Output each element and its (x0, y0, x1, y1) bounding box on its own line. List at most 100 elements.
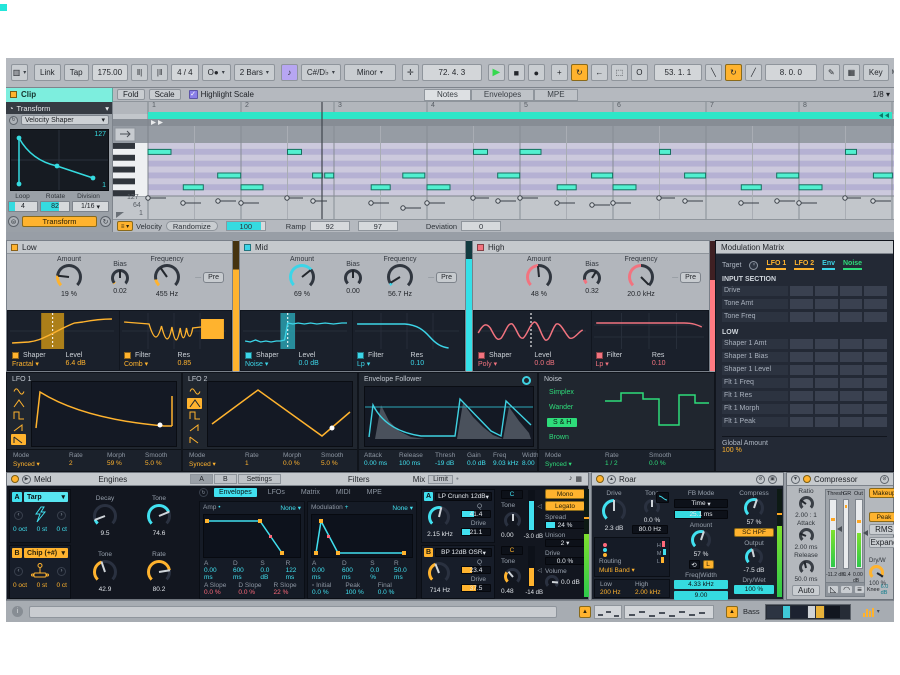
noise-mode[interactable]: Synced ▾ (545, 460, 572, 468)
mod-envelope-display[interactable] (311, 514, 413, 558)
subtab-midi[interactable]: MIDI (331, 488, 356, 497)
noise-smooth[interactable]: 0.0 % (649, 460, 671, 467)
time-signature-field[interactable]: 4 / 4 (171, 64, 199, 81)
quantization-menu[interactable]: 2 Bars (234, 64, 275, 81)
filter-a-chip[interactable]: A (424, 492, 433, 501)
band-enable-mid[interactable] (244, 244, 251, 251)
shaper-type-select[interactable]: Poly ▾ (478, 361, 497, 368)
filter-enable[interactable] (596, 352, 603, 359)
mod-decay[interactable]: 600 ms (342, 567, 353, 581)
clear-target-icon[interactable]: × (749, 261, 758, 270)
pre-button[interactable]: Pre (436, 272, 457, 283)
grid-setting[interactable]: 1/8 ▾ (873, 90, 890, 99)
shaper-enable[interactable] (245, 352, 252, 359)
envf-attack[interactable]: 0.00 ms (364, 460, 387, 467)
capture-midi-icon[interactable]: O (631, 64, 648, 81)
mod-release[interactable]: 50.0 ms (394, 567, 407, 581)
engine-b-oct[interactable]: 0 oct (13, 582, 27, 589)
filter-b-q[interactable]: 23.4 (461, 566, 491, 574)
amp-attack[interactable]: 0.00 ms (204, 567, 217, 581)
comp-dry-wet-knob[interactable] (869, 565, 884, 580)
ramp-start-field[interactable]: 92 (310, 221, 350, 231)
envf-gain[interactable]: 0.0 dB (467, 460, 486, 467)
tab-engine-b[interactable]: B (214, 474, 237, 484)
back-to-arrangement-icon[interactable]: ← (591, 64, 608, 81)
shaper-level[interactable]: 6.4 dB (66, 360, 86, 367)
lfo2-wave-selector[interactable] (187, 386, 202, 445)
computer-midi-keyboard-icon[interactable]: ▦ (843, 64, 860, 81)
peak-button[interactable]: Peak (869, 512, 894, 522)
env-loop-icon[interactable]: ↻ (199, 488, 208, 497)
filter-type-select[interactable]: Lp ▾ (357, 361, 370, 368)
engine-b-ct[interactable]: 0 ct (57, 582, 67, 589)
matrix-col-noise[interactable]: Noise (843, 260, 862, 270)
ramp-down-icon[interactable] (187, 434, 202, 445)
lfo1-wave-selector[interactable] (11, 386, 26, 445)
shaper-display-mid[interactable]: ShaperLevel Noise ▾0.0 dB (241, 311, 352, 370)
filter-enable[interactable] (357, 352, 364, 359)
bias-knob[interactable] (583, 269, 601, 287)
arrangement-position-field[interactable]: 72. 4. 3 (422, 64, 482, 81)
fb-invert-icon[interactable]: ⟲ (689, 560, 700, 569)
filter-a-freq[interactable]: 2.15 kHz (422, 531, 458, 538)
engine-a-knob1[interactable]: Decay 9.5 (83, 495, 127, 537)
seed-icon[interactable]: ⊜ (8, 216, 19, 227)
ratio-group[interactable]: Ratio 2.00 : 1 (789, 488, 823, 519)
deviation-field[interactable]: 0 (461, 221, 501, 231)
meld-volume[interactable]: 0.0 dB (561, 579, 580, 586)
tab-settings[interactable]: Settings (238, 474, 281, 484)
session-overdub-icon[interactable]: ↻ (571, 64, 588, 81)
matrix-row[interactable]: Shaper 1 Amt (722, 338, 887, 350)
mix-b-handle-icon[interactable]: ◁ (537, 567, 542, 574)
output-knob[interactable] (745, 548, 763, 566)
filter-a-q[interactable]: 41.4 (461, 510, 491, 518)
routing-mode-select[interactable]: Multi Band ▾ (599, 566, 635, 574)
track-name-label[interactable]: Bass (743, 607, 760, 616)
spread-field[interactable]: 24 % (545, 521, 585, 529)
sidechain-listen-icon[interactable] (522, 376, 531, 385)
transform-preset-select[interactable]: Velocity Shaper▾ (21, 115, 109, 125)
nudge-down-icon[interactable]: ‖| (131, 64, 148, 81)
mix-b-pan[interactable]: C (501, 546, 523, 555)
matrix-title[interactable]: Modulation Matrix (716, 241, 893, 254)
draw-mode-icon[interactable]: ✎ (823, 64, 840, 81)
loop-length-field[interactable]: 8. 0. 0 (765, 64, 817, 81)
punch-out-icon[interactable]: ╱ (745, 64, 762, 81)
filter-b-freq-knob[interactable] (428, 562, 450, 584)
lfo2-smooth[interactable]: 5.0 % (321, 460, 343, 467)
out-meter[interactable] (855, 499, 863, 569)
filter-b-chip[interactable]: B (424, 548, 433, 557)
device-on-icon[interactable] (11, 475, 19, 483)
matrix-row[interactable]: Shaper 1 Bias (722, 351, 887, 363)
unison-select[interactable]: 2 ▾ (545, 539, 585, 547)
amp-release[interactable]: 122 ms (286, 567, 297, 581)
next-engine-icon[interactable]: › (57, 567, 66, 576)
randomize-amount-field[interactable]: 100 (226, 221, 266, 231)
mix-a-pan[interactable]: C (501, 490, 523, 499)
scale-mode-icon[interactable]: ♪ (281, 64, 298, 81)
rotate-value-field[interactable]: 82 (40, 201, 70, 212)
fb-time-field[interactable]: 25.1 ms (674, 510, 728, 519)
lfo1-morph[interactable]: 59 % (107, 460, 125, 467)
overdub-plus-icon[interactable]: + (551, 64, 568, 81)
meld-volume-knob[interactable] (545, 575, 559, 589)
noise-type-brown[interactable]: Brown (549, 434, 569, 441)
meld-drive-field[interactable]: 0.0 % (545, 557, 585, 565)
comp-dry-wet[interactable]: 100 % (869, 581, 894, 587)
midi-note-editor[interactable]: 1 2 3 4 5 6 7 8 127 64 1 ≡ ▾ Velocity Ra… (113, 102, 894, 232)
mix-b-level[interactable]: -14 dB (525, 590, 543, 596)
refresh-icon[interactable]: ↻ (9, 116, 18, 125)
filter-display-high[interactable]: FilterRes Lp ▾0.10 (592, 311, 709, 370)
shaper-enable[interactable] (12, 352, 19, 359)
randomize-button[interactable]: Randomize (166, 221, 218, 231)
amp-r-slope[interactable]: 22 % (274, 589, 289, 596)
engine-b-st[interactable]: 0 st (37, 582, 47, 589)
mod-initial[interactable]: 0.0 % (312, 589, 329, 596)
punch-in-icon[interactable]: ╲ (705, 64, 722, 81)
subtab-matrix[interactable]: Matrix (296, 488, 325, 497)
filter-res[interactable]: 0.85 (178, 360, 192, 367)
amp-sustain[interactable]: 0.0 dB (260, 567, 269, 581)
square-icon[interactable] (11, 410, 26, 421)
sine-icon[interactable] (187, 386, 202, 397)
fb-freq-field[interactable]: 4.33 kHz (674, 580, 728, 589)
